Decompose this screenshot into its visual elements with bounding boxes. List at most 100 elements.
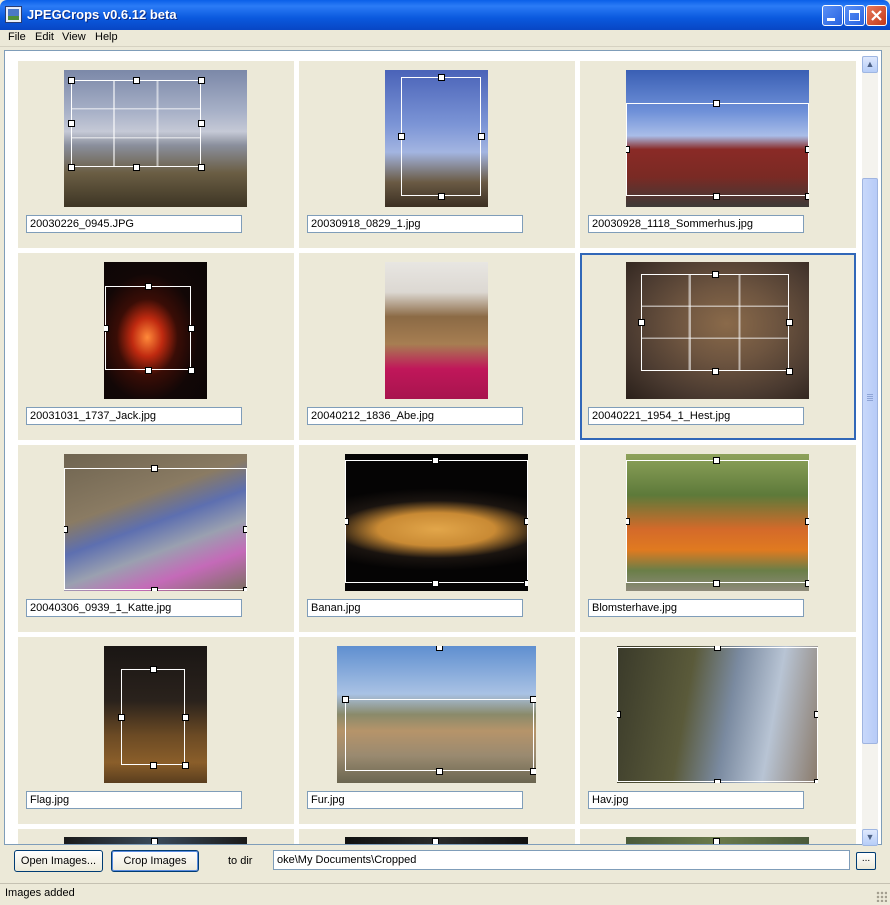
menu-file[interactable]: File [8,31,26,43]
filename-field[interactable]: Banan.jpg [307,599,523,617]
maximize-button[interactable] [844,5,865,26]
crop-handle[interactable] [638,319,645,326]
crop-handle[interactable] [713,580,720,587]
filename-field[interactable]: Blomsterhave.jpg [588,599,804,617]
crop-handle[interactable] [188,367,195,374]
image-thumbnail[interactable] [104,646,207,783]
crop-rectangle[interactable] [105,286,191,370]
filename-field[interactable]: 20030928_1118_Sommerhus.jpg [588,215,804,233]
crop-handle[interactable] [398,133,405,140]
crop-handle[interactable] [786,319,793,326]
image-thumbnail[interactable] [64,454,247,591]
image-cell[interactable] [18,829,294,844]
filename-field[interactable]: Hav.jpg [588,791,804,809]
crop-handle[interactable] [198,77,205,84]
filename-field[interactable]: Flag.jpg [26,791,242,809]
image-cell-selected[interactable]: 20040221_1954_1_Hest.jpg [580,253,856,440]
filename-field[interactable]: Fur.jpg [307,791,523,809]
crop-rectangle[interactable] [626,103,809,196]
crop-rectangle[interactable] [345,699,534,771]
image-thumbnail[interactable] [617,646,818,783]
crop-handle[interactable] [712,271,719,278]
crop-images-button[interactable]: Crop Images [111,850,199,872]
crop-handle[interactable] [436,768,443,775]
crop-handle[interactable] [805,518,809,525]
image-thumbnail[interactable] [345,837,528,844]
crop-handle[interactable] [786,368,793,375]
image-cell[interactable]: Hav.jpg [580,637,856,824]
thumbnail-grid[interactable]: 20030226_0945.JPG 20030918_0829_1.jpg 20… [4,50,882,845]
menu-edit[interactable]: Edit [35,31,54,43]
image-thumbnail[interactable] [345,454,528,591]
crop-rectangle[interactable] [121,669,185,765]
crop-handle[interactable] [118,714,125,721]
image-cell[interactable]: 20030226_0945.JPG [18,61,294,248]
crop-handle[interactable] [814,779,818,783]
crop-handle[interactable] [345,518,349,525]
image-cell[interactable]: Banan.jpg [299,445,575,632]
filename-field[interactable]: 20031031_1737_Jack.jpg [26,407,242,425]
crop-handle[interactable] [151,587,158,591]
menu-help[interactable]: Help [95,31,118,43]
crop-handle[interactable] [530,696,536,703]
crop-handle[interactable] [524,518,528,525]
crop-handle[interactable] [198,120,205,127]
crop-rectangle[interactable] [641,274,789,371]
image-thumbnail[interactable] [385,262,488,399]
scroll-down-button[interactable]: ▼ [862,829,878,846]
image-thumbnail[interactable] [64,837,247,844]
image-cell[interactable]: 20030928_1118_Sommerhus.jpg [580,61,856,248]
crop-handle[interactable] [150,762,157,769]
crop-rectangle[interactable] [71,80,201,167]
crop-handle[interactable] [243,526,247,533]
scroll-up-button[interactable]: ▲ [862,56,878,73]
crop-handle[interactable] [182,714,189,721]
crop-rectangle[interactable] [64,468,247,590]
close-button[interactable] [866,5,887,26]
crop-handle[interactable] [438,193,445,200]
crop-handle[interactable] [714,646,721,651]
image-thumbnail[interactable] [64,70,247,207]
filename-field[interactable]: 20040306_0939_1_Katte.jpg [26,599,242,617]
crop-handle[interactable] [432,580,439,587]
crop-handle[interactable] [432,838,439,844]
app-icon[interactable] [5,6,22,23]
crop-handle[interactable] [805,146,809,153]
crop-handle[interactable] [133,164,140,171]
crop-handle[interactable] [712,368,719,375]
crop-handle[interactable] [814,711,818,718]
crop-handle[interactable] [342,696,349,703]
open-images-button[interactable]: Open Images... [14,850,103,872]
scroll-thumb[interactable] [862,178,878,744]
image-cell[interactable]: Blomsterhave.jpg [580,445,856,632]
crop-handle[interactable] [133,77,140,84]
crop-handle[interactable] [713,838,720,844]
crop-handle[interactable] [188,325,195,332]
crop-handle[interactable] [182,762,189,769]
vertical-scrollbar[interactable]: ▲ ▼ [862,56,878,846]
crop-rectangle[interactable] [617,647,818,782]
crop-handle[interactable] [243,587,247,591]
crop-handle[interactable] [713,100,720,107]
image-cell[interactable] [299,829,575,844]
crop-handle[interactable] [432,457,439,464]
crop-handle[interactable] [530,768,536,775]
filename-field[interactable]: 20040212_1836_Abe.jpg [307,407,523,425]
filename-field[interactable]: 20030918_0829_1.jpg [307,215,523,233]
title-bar[interactable]: JPEGCrops v0.6.12 beta [0,0,890,30]
crop-handle[interactable] [64,526,68,533]
image-thumbnail[interactable] [626,454,809,591]
crop-handle[interactable] [714,779,721,783]
crop-rectangle[interactable] [626,460,809,583]
crop-handle[interactable] [145,367,152,374]
image-cell[interactable]: 20031031_1737_Jack.jpg [18,253,294,440]
menu-view[interactable]: View [62,31,86,43]
image-thumbnail[interactable] [337,646,536,783]
image-cell[interactable] [580,829,856,844]
crop-handle[interactable] [151,465,158,472]
crop-handle[interactable] [626,518,630,525]
browse-button[interactable]: ... [856,852,876,870]
crop-handle[interactable] [68,120,75,127]
image-cell[interactable]: Flag.jpg [18,637,294,824]
crop-handle[interactable] [151,838,158,844]
